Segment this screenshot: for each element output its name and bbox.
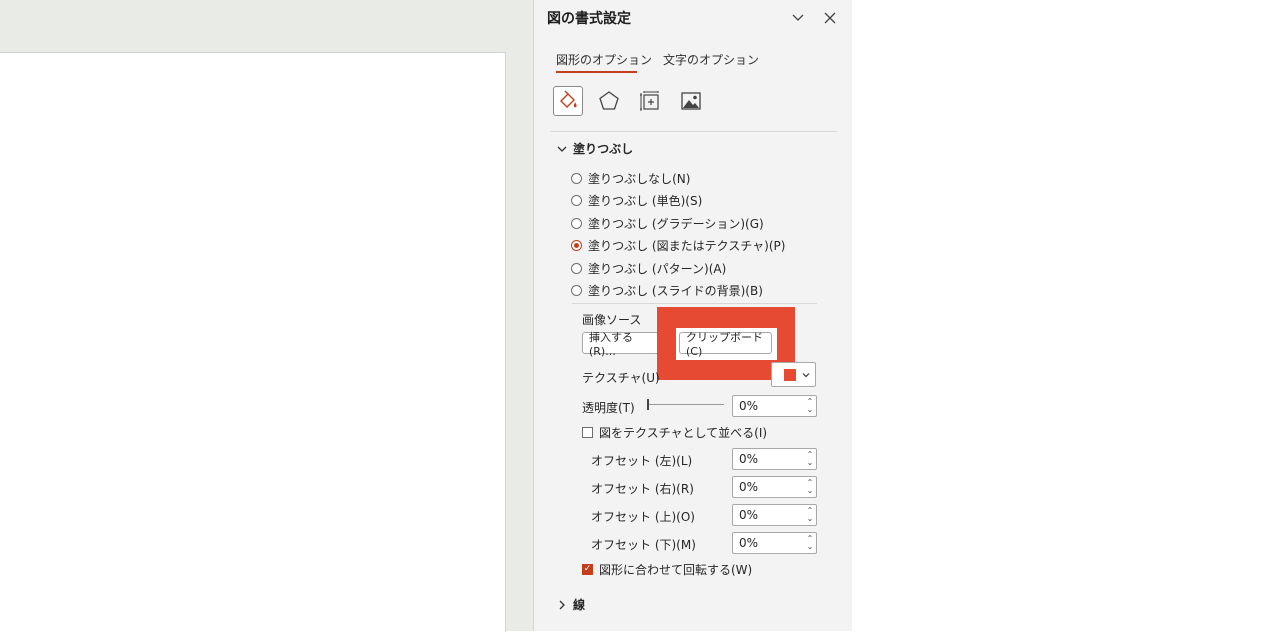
clipboard-button[interactable]: クリップボード(C)	[679, 331, 772, 358]
checkbox-label: 図形に合わせて回転する(W)	[599, 563, 753, 577]
transparency-spinner[interactable]: 0% ⌃ ⌄	[732, 395, 817, 417]
fill-option-slide-background[interactable]: 塗りつぶし (スライドの背景)(B)	[571, 282, 763, 299]
offset-right-spinner[interactable]: 0% ⌃ ⌄	[732, 476, 817, 498]
tile-picture-checkbox[interactable]	[582, 427, 593, 438]
offset-left-spinner[interactable]: 0% ⌃ ⌄	[732, 448, 817, 470]
chevron-right-icon	[559, 600, 565, 609]
offset-right-label: オフセット (右)(R)	[591, 482, 694, 496]
radio-label: 塗りつぶし (スライドの背景)(B)	[588, 284, 763, 298]
radio-button[interactable]	[571, 285, 582, 296]
radio-button[interactable]	[571, 263, 582, 274]
spinner-arrows[interactable]: ⌃ ⌄	[804, 507, 816, 523]
spinner-arrows[interactable]: ⌃ ⌄	[804, 535, 816, 551]
tab-shape-options[interactable]: 図形のオプション	[556, 51, 652, 68]
format-picture-pane: 図の書式設定 図形のオプション 文字のオプション 塗りつぶし 塗りつぶしなし(N…	[533, 0, 852, 631]
offset-left-label: オフセット (左)(L)	[591, 454, 693, 468]
texture-dropdown[interactable]	[771, 362, 816, 387]
chevron-down-icon	[802, 372, 810, 377]
divider	[550, 131, 837, 132]
fill-option-solid[interactable]: 塗りつぶし (単色)(S)	[571, 192, 702, 209]
spinner-arrows[interactable]: ⌃ ⌄	[804, 398, 816, 414]
offset-bottom-label: オフセット (下)(M)	[591, 538, 696, 552]
close-icon[interactable]	[820, 8, 840, 28]
slide-canvas[interactable]	[0, 52, 506, 632]
radio-button[interactable]	[571, 173, 582, 184]
offset-bottom-spinner[interactable]: 0% ⌃ ⌄	[732, 532, 817, 554]
offset-top-label: オフセット (上)(O)	[591, 510, 695, 524]
fill-option-picture[interactable]: 塗りつぶし (図またはテクスチャ)(P)	[571, 237, 785, 254]
spinner-arrows[interactable]: ⌃ ⌄	[804, 451, 816, 467]
transparency-slider-thumb[interactable]	[647, 399, 649, 410]
texture-label: テクスチャ(U)	[582, 371, 660, 385]
slide-workspace	[0, 0, 533, 632]
line-section-title: 線	[573, 598, 586, 612]
rotate-with-shape-checkbox-row[interactable]: ✓ 図形に合わせて回転する(W)	[582, 561, 752, 578]
line-section-header[interactable]: 線	[557, 596, 585, 613]
checkbox-label: 図をテクスチャとして並べる(I)	[599, 426, 768, 440]
radio-button[interactable]	[571, 195, 582, 206]
picture-icon[interactable]	[676, 86, 706, 116]
radio-button-selected[interactable]	[571, 240, 582, 251]
tile-picture-checkbox-row[interactable]: 図をテクスチャとして並べる(I)	[582, 424, 767, 441]
spinner-value[interactable]: 0%	[733, 452, 804, 466]
insert-button[interactable]: 挿入する(R)...	[582, 331, 662, 358]
fill-section-header[interactable]: 塗りつぶし	[557, 140, 633, 157]
active-tab-indicator	[556, 71, 637, 73]
fill-option-gradient[interactable]: 塗りつぶし (グラデーション)(G)	[571, 215, 764, 232]
fill-option-none[interactable]: 塗りつぶしなし(N)	[571, 170, 690, 187]
fill-line-icon[interactable]	[553, 86, 583, 116]
tab-text-options[interactable]: 文字のオプション	[663, 51, 759, 68]
fill-section-title: 塗りつぶし	[573, 142, 634, 156]
effects-pentagon-icon[interactable]	[594, 86, 624, 116]
texture-swatch	[784, 368, 796, 381]
chevron-down-icon	[557, 146, 567, 152]
rotate-with-shape-checkbox[interactable]: ✓	[582, 564, 593, 575]
spinner-value[interactable]: 0%	[733, 536, 804, 550]
radio-label: 塗りつぶし (グラデーション)(G)	[588, 217, 764, 231]
transparency-slider[interactable]	[647, 404, 724, 405]
divider	[572, 303, 817, 304]
spinner-arrows[interactable]: ⌃ ⌄	[804, 479, 816, 495]
radio-label: 塗りつぶし (単色)(S)	[588, 194, 703, 208]
spinner-value[interactable]: 0%	[733, 508, 804, 522]
radio-button[interactable]	[571, 218, 582, 229]
spinner-value[interactable]: 0%	[733, 399, 804, 413]
spinner-value[interactable]: 0%	[733, 480, 804, 494]
pane-title: 図の書式設定	[547, 11, 631, 27]
fill-option-pattern[interactable]: 塗りつぶし (パターン)(A)	[571, 260, 726, 277]
radio-label: 塗りつぶし (パターン)(A)	[588, 262, 727, 276]
offset-top-spinner[interactable]: 0% ⌃ ⌄	[732, 504, 817, 526]
image-source-label: 画像ソース	[582, 313, 642, 327]
radio-label: 塗りつぶし (図またはテクスチャ)(P)	[588, 239, 786, 253]
size-properties-icon[interactable]	[635, 86, 665, 116]
chevron-down-icon[interactable]	[788, 8, 808, 28]
radio-label: 塗りつぶしなし(N)	[588, 172, 691, 186]
transparency-label: 透明度(T)	[582, 401, 635, 415]
